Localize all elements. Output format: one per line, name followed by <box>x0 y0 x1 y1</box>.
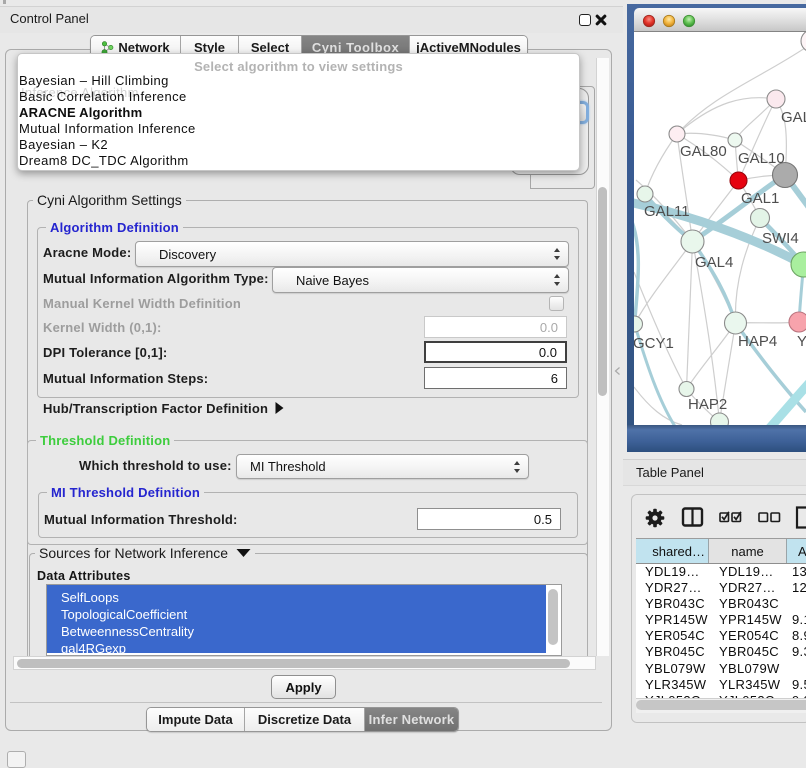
svg-text:HAP2: HAP2 <box>688 396 727 413</box>
svg-text:SWI4: SWI4 <box>762 230 799 247</box>
svg-text:GAL2: GAL2 <box>781 109 806 126</box>
svg-text:Y: Y <box>797 333 806 350</box>
svg-text:GAL4: GAL4 <box>695 254 733 271</box>
svg-text:GAL1: GAL1 <box>741 190 779 207</box>
svg-text:GAL10: GAL10 <box>738 150 785 167</box>
svg-text:GAL80: GAL80 <box>680 143 727 160</box>
svg-text:GAL11: GAL11 <box>644 203 690 220</box>
svg-text:GCY1: GCY1 <box>634 335 674 352</box>
svg-text:HAP4: HAP4 <box>738 333 777 350</box>
